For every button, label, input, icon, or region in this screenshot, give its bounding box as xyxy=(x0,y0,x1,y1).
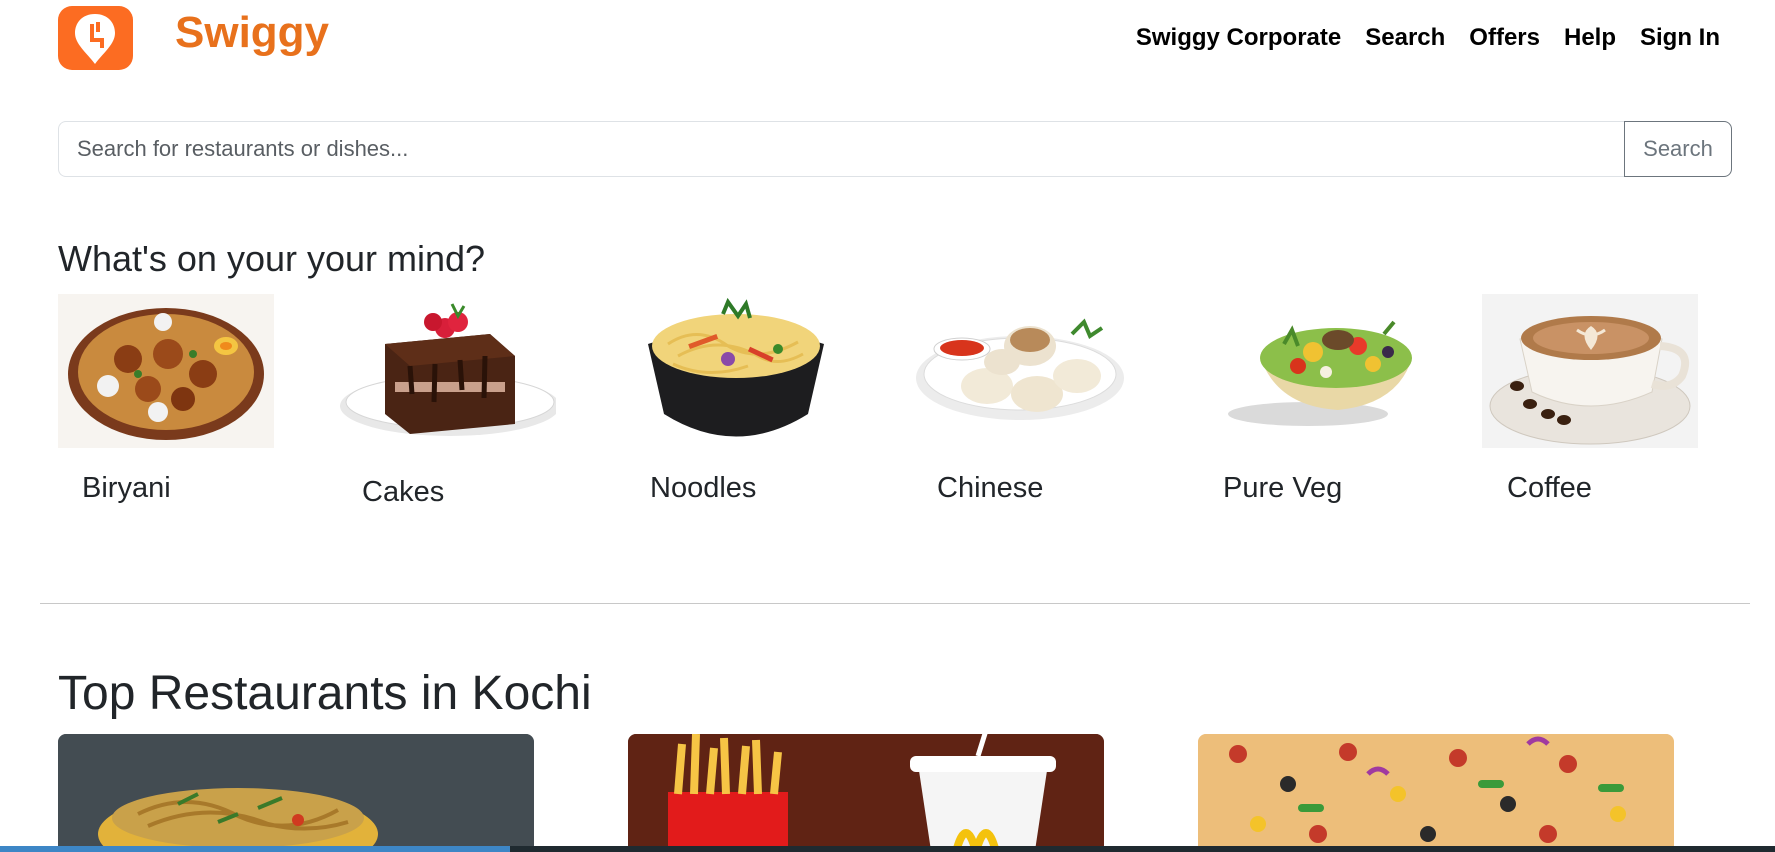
category-noodles[interactable]: Noodles xyxy=(628,294,844,508)
nav-link-corporate[interactable]: Swiggy Corporate xyxy=(1136,24,1341,52)
category-label: Pure Veg xyxy=(1223,472,1343,504)
restaurant-card[interactable] xyxy=(628,734,1104,852)
biryani-plate-icon xyxy=(58,294,274,448)
nav-link-sign-in[interactable]: Sign In xyxy=(1640,24,1720,52)
noodles-photo-icon xyxy=(58,734,534,852)
category-cakes[interactable]: Cakes xyxy=(340,294,556,508)
category-label: Coffee xyxy=(1507,472,1592,504)
momos-plate-icon xyxy=(916,318,1124,420)
restaurant-card[interactable] xyxy=(58,734,534,852)
taskbar-active-segment xyxy=(0,846,510,852)
search-input[interactable] xyxy=(58,121,1624,177)
nav-link-offers[interactable]: Offers xyxy=(1469,24,1540,52)
category-label: Chinese xyxy=(937,472,1044,504)
search-bar: Search xyxy=(58,121,1732,177)
brand-name[interactable]: Swiggy xyxy=(175,8,329,58)
nav-link-help[interactable]: Help xyxy=(1564,24,1616,52)
categories-heading: What's on your your mind? xyxy=(58,238,486,279)
coffee-cup-icon xyxy=(1482,294,1698,448)
swiggy-logo-icon[interactable] xyxy=(58,6,133,70)
category-label: Noodles xyxy=(650,472,757,504)
top-restaurants-heading: Top Restaurants in Kochi xyxy=(58,667,592,720)
fries-and-drink-photo-icon xyxy=(628,734,1104,852)
noodles-bowl-icon xyxy=(648,297,824,437)
salad-bowl-icon xyxy=(1228,320,1412,426)
restaurant-card[interactable] xyxy=(1198,734,1674,852)
nav-links: Swiggy Corporate Search Offers Help Sign… xyxy=(1136,24,1720,52)
navbar: Swiggy Swiggy Corporate Search Offers He… xyxy=(0,0,1775,90)
category-coffee[interactable]: Coffee xyxy=(1482,294,1698,508)
section-divider xyxy=(40,603,1750,604)
category-label: Biryani xyxy=(82,472,171,504)
category-pure-veg[interactable]: Pure Veg xyxy=(1198,294,1414,508)
category-chinese[interactable]: Chinese xyxy=(912,294,1128,508)
pizza-photo-icon xyxy=(1198,734,1674,852)
category-biryani[interactable]: Biryani xyxy=(58,294,274,508)
category-label: Cakes xyxy=(362,476,445,508)
search-button[interactable]: Search xyxy=(1624,121,1732,177)
nav-link-search[interactable]: Search xyxy=(1365,24,1445,52)
chocolate-cake-icon xyxy=(340,303,556,436)
